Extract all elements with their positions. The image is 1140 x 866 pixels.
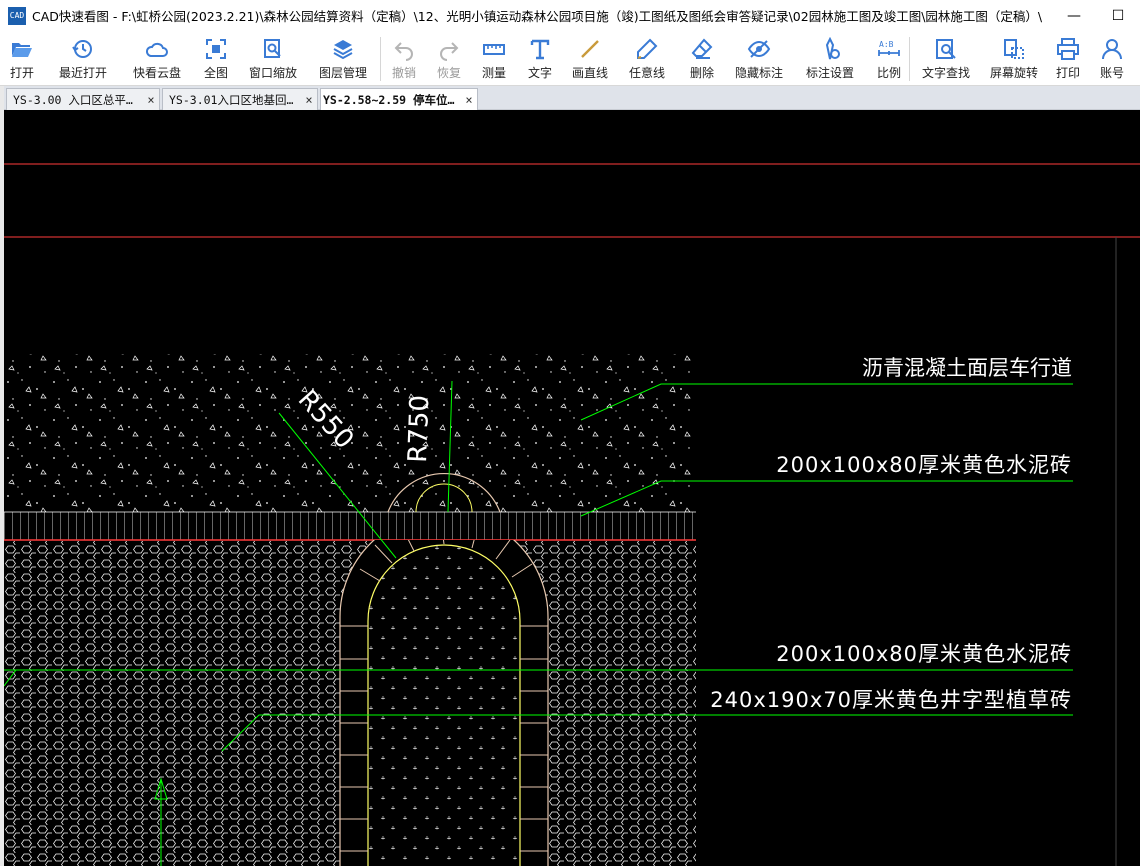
- hide-annotation-label: 隐藏标注: [734, 66, 783, 80]
- history-icon: [72, 40, 92, 58]
- open-button[interactable]: 打开: [0, 31, 44, 86]
- draw-line-label: 画直线: [571, 66, 608, 80]
- folder-open-icon: [12, 43, 32, 57]
- callout-asphalt: 沥青混凝土面层车行道: [862, 356, 1072, 380]
- cloud-drive-button[interactable]: 快看云盘: [122, 31, 192, 86]
- tab-ys-2-58-parking[interactable]: YS-2.58~2.59 停车位… ×: [320, 88, 478, 110]
- recent-open-button[interactable]: 最近打开: [44, 31, 122, 86]
- scale-button[interactable]: A:B 比例: [869, 31, 909, 86]
- callout-grass-paver: 240x190x70厚米黄色井字型植草砖: [710, 688, 1072, 712]
- drawing-canvas[interactable]: 沥青混凝土面层车行道 200x100x80厚米黄色水泥砖 200x100x80厚…: [4, 111, 1140, 866]
- line-tool-icon: [581, 40, 599, 58]
- scale-label: 比例: [876, 66, 901, 80]
- full-view-button[interactable]: 全图: [192, 31, 240, 86]
- minimize-button[interactable]: —: [1052, 0, 1096, 31]
- print-label: 打印: [1055, 66, 1080, 80]
- island-detail: [339, 540, 549, 866]
- draw-line-button[interactable]: 画直线: [563, 31, 617, 86]
- hide-annotation-button[interactable]: 隐藏标注: [727, 31, 791, 86]
- annotation-settings-icon: [825, 37, 840, 60]
- rotate-screen-label: 屏幕旋转: [989, 66, 1038, 80]
- tab-label: YS-2.58~2.59 停车位…: [323, 92, 455, 107]
- open-label: 打开: [9, 66, 34, 80]
- annotation-settings-button[interactable]: 标注设置: [791, 31, 869, 86]
- maximize-button[interactable]: ☐: [1096, 0, 1140, 31]
- callout-cement-brick-bottom: 200x100x80厚米黄色水泥砖: [776, 642, 1072, 666]
- window-controls: — ☐: [1052, 0, 1140, 31]
- eye-icon: [747, 40, 771, 58]
- undo-icon: [394, 42, 413, 61]
- eraser-icon: [691, 38, 713, 59]
- tab-close-icon[interactable]: ×: [301, 93, 317, 107]
- curb-strip: [4, 512, 696, 540]
- undo-label: 撤销: [391, 66, 416, 80]
- svg-text:A:B: A:B: [879, 40, 894, 49]
- window-zoom-label: 窗口缩放: [248, 66, 297, 80]
- pencil-icon: [637, 38, 658, 59]
- text-label: 文字: [527, 66, 552, 80]
- delete-button[interactable]: 删除: [677, 31, 727, 86]
- measure-label: 测量: [481, 66, 506, 80]
- window-title: CAD快速看图 - F:\虹桥公园(2023.2.21)\森林公园结算资料（定稿…: [32, 9, 1042, 24]
- tab-ys-3-01[interactable]: YS-3.01入口区地基回… ×: [162, 88, 318, 110]
- title-bar: CAD CAD快速看图 - F:\虹桥公园(2023.2.21)\森林公园结算资…: [0, 0, 1140, 31]
- text-tool-icon: [530, 39, 550, 60]
- user-icon: [1102, 39, 1122, 60]
- cloud-icon: [145, 42, 168, 57]
- window-zoom-button[interactable]: 窗口缩放: [240, 31, 306, 86]
- tab-label: YS-3.01入口区地基回…: [169, 92, 294, 107]
- text-search-icon: [936, 39, 956, 59]
- callout-cement-brick-top: 200x100x80厚米黄色水泥砖: [776, 453, 1072, 477]
- rotate-screen-icon: [1004, 39, 1024, 59]
- layer-manager-button[interactable]: 图层管理: [306, 31, 380, 86]
- account-label: 账号: [1099, 66, 1124, 80]
- cloud-drive-label: 快看云盘: [132, 66, 181, 80]
- ruler-icon: [483, 44, 505, 55]
- text-search-button[interactable]: 文字查找: [910, 31, 982, 86]
- delete-label: 删除: [689, 66, 714, 80]
- account-button[interactable]: 账号: [1090, 31, 1134, 86]
- layers-icon: [333, 40, 353, 60]
- tab-ys-3-00[interactable]: YS-3.00 入口区总平… ×: [6, 88, 160, 110]
- freehand-line-button[interactable]: 任意线: [617, 31, 677, 86]
- tab-close-icon[interactable]: ×: [143, 93, 159, 107]
- zoom-window-icon: [264, 39, 281, 58]
- redo-icon: [440, 42, 459, 61]
- printer-icon: [1057, 38, 1079, 60]
- dim-r750: R750: [403, 395, 435, 464]
- redo-label: 恢复: [436, 66, 461, 80]
- text-button[interactable]: 文字: [517, 31, 563, 86]
- freehand-line-label: 任意线: [628, 66, 665, 80]
- annotation-settings-label: 标注设置: [805, 66, 854, 80]
- tab-label: YS-3.00 入口区总平…: [13, 92, 133, 107]
- document-tab-bar: YS-3.00 入口区总平… × YS-3.01入口区地基回… × YS-2.5…: [0, 86, 1140, 110]
- measure-button[interactable]: 测量: [471, 31, 517, 86]
- main-toolbar: 打开 最近打开 快看云盘 全图 窗口缩放 图层管理 撤销 恢复 测量 文字 画直…: [0, 31, 1140, 86]
- rotate-screen-button[interactable]: 屏幕旋转: [982, 31, 1046, 86]
- text-search-label: 文字查找: [921, 66, 970, 80]
- app-logo-icon: CAD: [8, 6, 26, 25]
- undo-button[interactable]: 撤销: [381, 31, 427, 86]
- layer-manager-label: 图层管理: [318, 66, 367, 80]
- scale-icon: A:B: [878, 40, 900, 56]
- redo-button[interactable]: 恢复: [427, 31, 471, 86]
- recent-open-label: 最近打开: [58, 66, 107, 80]
- print-button[interactable]: 打印: [1046, 31, 1090, 86]
- fit-view-icon: [206, 39, 226, 59]
- full-view-label: 全图: [203, 66, 228, 80]
- cad-drawing: 沥青混凝土面层车行道 200x100x80厚米黄色水泥砖 200x100x80厚…: [4, 163, 1140, 866]
- tab-close-icon[interactable]: ×: [461, 93, 477, 107]
